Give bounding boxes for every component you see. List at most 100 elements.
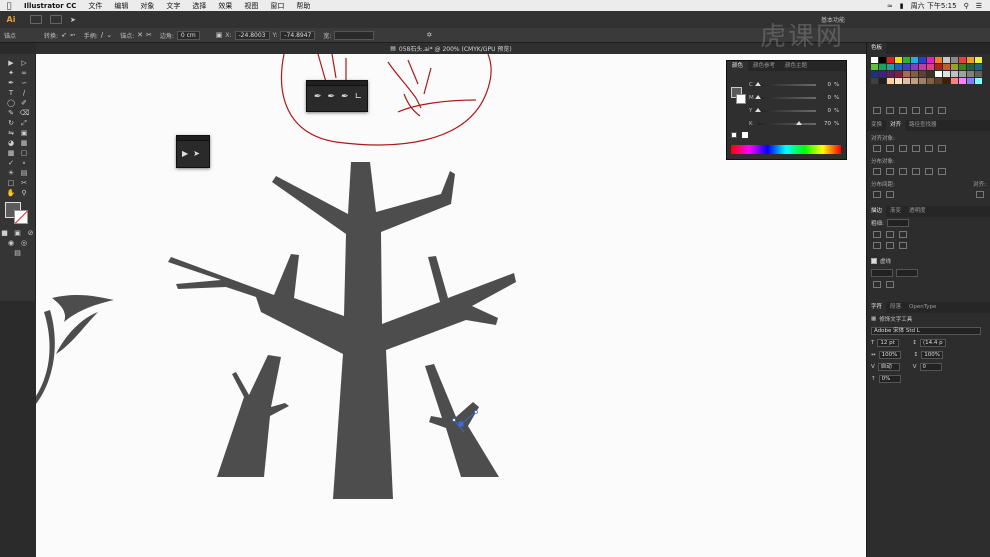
hide-handles-icon[interactable]: ⌄ — [106, 31, 112, 39]
reference-point-icon[interactable]: ▣ — [216, 31, 223, 39]
delete-swatch-icon[interactable] — [938, 107, 946, 114]
tab-transparency[interactable]: 透明度 — [905, 206, 930, 217]
scale-tool-icon[interactable]: ⤢ — [20, 119, 29, 128]
arrow-start-icon[interactable] — [873, 281, 881, 288]
swatch-36[interactable] — [935, 71, 942, 77]
swatch-43[interactable] — [879, 78, 886, 84]
gradient-tool-icon[interactable]: ▢ — [20, 149, 29, 158]
swatch-27[interactable] — [975, 64, 982, 70]
blend-tool-icon[interactable]: ∘ — [20, 159, 29, 168]
none-swatch[interactable] — [731, 132, 737, 138]
swatch-6[interactable] — [919, 57, 926, 63]
align-bottom-icon[interactable] — [938, 145, 946, 152]
cap-butt-icon[interactable] — [873, 231, 881, 238]
arrange-documents-button[interactable] — [50, 15, 62, 24]
add-anchor-icon[interactable]: ✒ — [328, 92, 336, 102]
swatch-50[interactable] — [935, 78, 942, 84]
dist-hcenter-icon[interactable] — [925, 168, 933, 175]
swatch-18[interactable] — [903, 64, 910, 70]
panel-stroke-swatch[interactable] — [736, 94, 746, 104]
swatch-13[interactable] — [975, 57, 982, 63]
dist-bottom-icon[interactable] — [899, 168, 907, 175]
swatch-8[interactable] — [935, 57, 942, 63]
document-tab[interactable]: ▤ 058石头.ai* @ 200% (CMYK/GPU 预览) — [36, 43, 866, 54]
group-select-icon[interactable]: ➤ — [193, 149, 200, 158]
swatch-49[interactable] — [927, 78, 934, 84]
gradient-mode-icon[interactable]: ▣ — [13, 229, 22, 238]
eyedropper-tool-icon[interactable]: ✓ — [7, 159, 16, 168]
swatch-30[interactable] — [887, 71, 894, 77]
cap-square-icon[interactable] — [899, 231, 907, 238]
menu-window[interactable]: 窗口 — [264, 1, 290, 11]
swatch-21[interactable] — [927, 64, 934, 70]
delete-anchor-icon[interactable]: ✒ — [341, 92, 349, 102]
bird-shape[interactable] — [36, 310, 55, 404]
dash-1-field[interactable] — [871, 269, 893, 277]
cut-path-icon[interactable]: ✂ — [146, 31, 152, 39]
arrow-end-icon[interactable] — [886, 281, 894, 288]
remove-anchor-icon[interactable]: ✕ — [137, 31, 143, 39]
draw-mode-icon[interactable]: ◉ — [7, 239, 16, 248]
dist-vcenter-icon[interactable] — [886, 168, 894, 175]
swatch-39[interactable] — [959, 71, 966, 77]
tab-color-themes[interactable]: 颜色主题 — [780, 61, 812, 71]
swatch-23[interactable] — [943, 64, 950, 70]
gpu-performance-icon[interactable]: ➤ — [70, 16, 76, 24]
cap-round-icon[interactable] — [886, 231, 894, 238]
slice-tool-icon[interactable]: ✂ — [20, 179, 29, 188]
swatch-35[interactable] — [927, 71, 934, 77]
pen-icon[interactable]: ✒ — [314, 92, 322, 102]
eraser-tool-icon[interactable]: ⌫ — [20, 109, 30, 118]
swatch-0[interactable] — [871, 57, 878, 63]
join-miter-icon[interactable] — [873, 242, 881, 249]
fill-stroke-swatches[interactable] — [4, 202, 31, 226]
tab-color[interactable]: 颜色 — [727, 61, 749, 71]
battery-icon[interactable]: ▮ — [900, 2, 904, 10]
swatch-32[interactable] — [903, 71, 910, 77]
direct-selection-tool-icon[interactable]: ▷ — [20, 59, 29, 68]
align-vcenter-icon[interactable] — [925, 145, 933, 152]
screen-mode-icon[interactable]: ▤ — [13, 249, 22, 258]
tab-transform[interactable]: 变换 — [867, 120, 886, 131]
selection-tool-icon[interactable]: ▶ — [7, 59, 16, 68]
right-trunk-shape[interactable] — [425, 364, 499, 477]
shape-builder-tool-icon[interactable]: ◕ — [7, 139, 16, 148]
mesh-tool-icon[interactable]: ▩ — [7, 149, 16, 158]
swatch-kind-icon[interactable] — [886, 107, 894, 114]
swatch-3[interactable] — [895, 57, 902, 63]
width-field[interactable] — [334, 30, 375, 40]
dist-top-icon[interactable] — [873, 168, 881, 175]
font-size-field[interactable]: 12 pt — [877, 339, 900, 347]
perspective-grid-tool-icon[interactable]: ▦ — [20, 139, 29, 148]
swatch-38[interactable] — [951, 71, 958, 77]
align-top-icon[interactable] — [912, 145, 920, 152]
swatch-library-icon[interactable] — [873, 107, 881, 114]
swatch-31[interactable] — [895, 71, 902, 77]
tab-opentype[interactable]: OpenType — [905, 302, 940, 313]
swatch-2[interactable] — [887, 57, 894, 63]
apple-menu-icon[interactable]:  — [0, 1, 18, 10]
x-field[interactable]: -24.8003 — [234, 30, 270, 40]
magic-wand-tool-icon[interactable]: ✦ — [7, 69, 16, 78]
menu-help[interactable]: 帮助 — [290, 1, 316, 11]
swatch-1[interactable] — [879, 57, 886, 63]
space-v-icon[interactable] — [873, 191, 881, 198]
tab-pathfinder[interactable]: 路径查找器 — [905, 120, 941, 131]
corner-field[interactable]: 0 cm — [176, 30, 200, 40]
convert-corner-icon[interactable]: ➶ — [61, 31, 67, 39]
join-round-icon[interactable] — [886, 242, 894, 249]
swatch-44[interactable] — [887, 78, 894, 84]
draw-behind-icon[interactable]: ◎ — [20, 239, 29, 248]
align-to-icon[interactable] — [976, 191, 984, 198]
menu-view[interactable]: 视图 — [238, 1, 264, 11]
swatch-41[interactable] — [975, 71, 982, 77]
dist-left-icon[interactable] — [912, 168, 920, 175]
zoom-tool-icon[interactable]: ⚲ — [20, 189, 29, 198]
swatch-28[interactable] — [871, 71, 878, 77]
c-value[interactable]: 0 — [819, 82, 832, 88]
swatch-24[interactable] — [951, 64, 958, 70]
k-value[interactable]: 70 — [819, 121, 831, 127]
artboard-tool-icon[interactable]: □ — [7, 179, 16, 188]
menu-edit[interactable]: 编辑 — [108, 1, 134, 11]
menu-app-name[interactable]: Illustrator CC — [18, 2, 82, 10]
